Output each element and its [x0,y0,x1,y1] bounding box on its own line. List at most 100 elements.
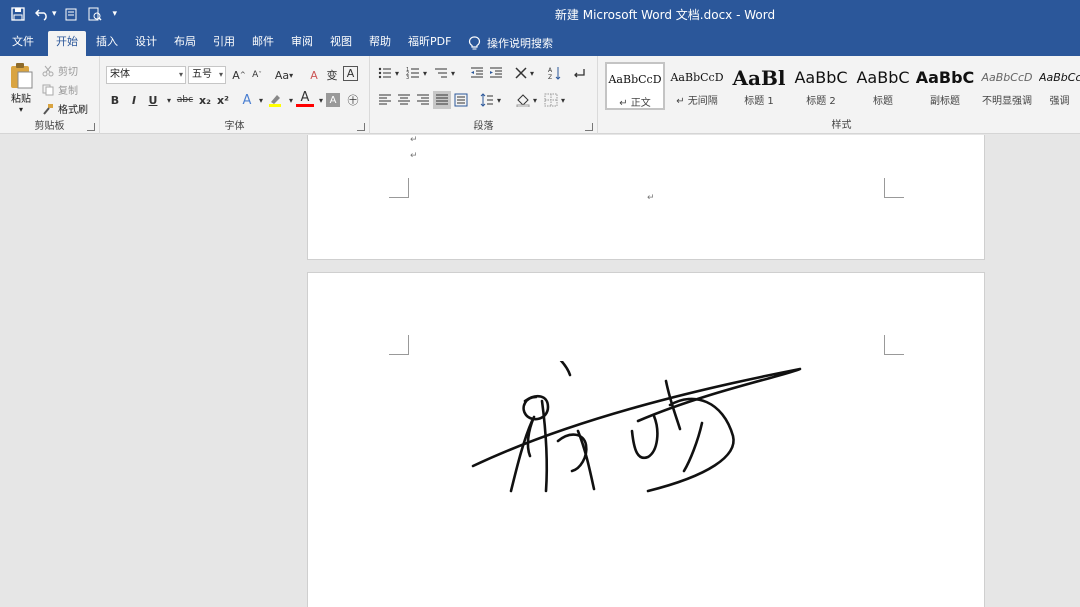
paragraph-mark: ↵ [410,135,418,145]
tab-file[interactable]: 文件 [4,31,42,56]
distributed-button[interactable] [452,91,470,109]
numbering-dropdown-icon[interactable]: ▾ [420,64,430,82]
show-marks-button[interactable] [570,64,588,82]
style-normal[interactable]: AaBbCcD ↵ 正文 [605,62,665,110]
font-dialog-launcher[interactable] [357,123,365,131]
paste-button[interactable]: 粘贴 ▾ [6,62,36,114]
bold-icon: B [110,93,120,107]
align-right-button[interactable] [414,91,432,109]
borders-icon [544,93,558,107]
copy-button[interactable]: 复制 [42,80,88,99]
cut-button[interactable]: 剪切 [42,61,88,80]
clipboard-group-label: 剪贴板 [34,121,65,132]
char-border-button[interactable]: A [343,66,358,81]
subscript-button[interactable]: x₂ [196,91,214,109]
page-1[interactable]: ↵ ↵ ↵ [307,135,985,260]
shading-dropdown-icon[interactable]: ▾ [530,91,540,109]
justify-icon [436,94,448,105]
tell-me-label: 操作说明搜索 [487,36,553,50]
bold-button[interactable]: B [106,91,124,109]
font-group-label: 字体 [224,121,245,132]
paragraph-group: ▾ 123 ▾ ▾ ▾ AZ ▾ ▾ ▾ 段落 [370,56,598,134]
char-shading-button[interactable]: A [326,93,340,107]
grow-font-button[interactable]: A ^ [230,66,248,84]
strikethrough-icon: abc [176,95,194,105]
line-spacing-icon [480,93,493,107]
multilevel-dropdown-icon[interactable]: ▾ [448,64,458,82]
style-subtitle[interactable]: AaBbC 副标题 [915,62,975,110]
decrease-indent-button[interactable] [468,64,486,82]
superscript-button[interactable]: x² [214,91,232,109]
tab-design[interactable]: 设计 [127,31,165,56]
signature-image[interactable] [408,361,828,571]
superscript-icon: x² [217,93,229,107]
clear-format-button[interactable]: A [305,66,323,84]
enclose-char-button[interactable]: ㊉ [344,91,362,109]
style-emphasis[interactable]: AaBbCc 强调 [1039,62,1080,110]
line-spacing-dropdown-icon[interactable]: ▾ [494,91,504,109]
style-heading-1[interactable]: AaBl 标题 1 [729,62,789,110]
tab-mailings[interactable]: 邮件 [244,31,282,56]
font-group: 宋体 五号 A^ Aˇ Aa▾ A 变 A B I U ▾ abc x₂ x² … [100,56,370,134]
margin-corner-bottom-left [389,178,409,198]
paste-icon [8,62,34,90]
align-left-button[interactable] [376,91,394,109]
tab-layout[interactable]: 布局 [166,31,204,56]
decrease-indent-icon [471,67,483,78]
svg-text:Z: Z [548,74,552,80]
multilevel-list-icon [435,68,447,78]
tab-insert[interactable]: 插入 [88,31,126,56]
tab-review[interactable]: 审阅 [283,31,321,56]
phonetic-guide-button[interactable]: 变 [323,66,341,84]
styles-gallery: AaBbCcD ↵ 正文 AaBbCcD ↵ 无间隔 AaBl 标题 1 AaB… [603,60,1080,116]
clipboard-dialog-launcher[interactable] [87,123,95,131]
styles-group-label: 样式 [831,120,852,131]
align-center-icon [398,94,410,105]
font-name-combo[interactable]: 宋体 [106,66,186,84]
tab-view[interactable]: 视图 [322,31,360,56]
paragraph-mark: ↵ [410,151,418,161]
sort-button[interactable]: AZ [546,64,564,82]
italic-button[interactable]: I [125,91,143,109]
margin-corner-top-right [884,335,904,355]
style-heading-2[interactable]: AaBbC 标题 2 [791,62,851,110]
borders-dropdown-icon[interactable]: ▾ [558,91,568,109]
style-subtle-emphasis[interactable]: AaBbCcD 不明显强调 [977,62,1037,110]
shrink-font-button[interactable]: Aˇ [248,66,266,84]
svg-text:3: 3 [406,75,409,80]
tab-help[interactable]: 帮助 [361,31,399,56]
paragraph-dialog-launcher[interactable] [585,123,593,131]
margin-corner-bottom-right [884,178,904,198]
grow-font-icon: A [232,68,240,82]
numbering-icon: 123 [406,67,419,80]
subscript-icon: x₂ [199,93,211,107]
tab-foxit-pdf[interactable]: 福昕PDF [400,31,459,56]
highlighter-icon [269,95,281,107]
bullets-dropdown-icon[interactable]: ▾ [392,64,402,82]
align-left-icon [379,94,391,105]
change-case-button[interactable]: Aa ▾ [272,66,296,84]
strikethrough-button[interactable]: abc [174,91,196,109]
justify-button[interactable] [433,91,451,109]
char-shading-icon: A [329,94,337,106]
style-title[interactable]: AaBbC 标题 [853,62,913,110]
title-bar: ▾ ▾ 新建 Microsoft Word 文档.docx - Word [0,0,1080,28]
increase-indent-button[interactable] [487,64,505,82]
clipboard-group: 粘贴 ▾ 剪切 复制 格式刷 剪贴板 [0,56,100,134]
chinese-layout-dropdown-icon[interactable]: ▾ [527,64,537,82]
ribbon: 粘贴 ▾ 剪切 复制 格式刷 剪贴板 宋体 五号 A^ Aˇ Aa▾ A 变 [0,56,1080,134]
enclose-char-icon: ㊉ [347,94,359,107]
format-painter-button[interactable]: 格式刷 [42,99,88,118]
svg-text:A: A [548,67,553,74]
align-right-icon [417,94,429,105]
document-area[interactable]: ↵ ↵ ↵ [0,135,1080,607]
clear-format-icon: A [310,68,318,82]
font-size-combo[interactable]: 五号 [188,66,226,84]
tab-home[interactable]: 开始 [48,31,86,56]
style-no-spacing[interactable]: AaBbCcD ↵ 无间隔 [667,62,727,110]
tell-me-search[interactable]: 操作说明搜索 [460,31,561,56]
align-center-button[interactable] [395,91,413,109]
page-2[interactable] [307,272,985,607]
paste-dropdown-icon[interactable]: ▾ [6,105,36,114]
tab-references[interactable]: 引用 [205,31,243,56]
